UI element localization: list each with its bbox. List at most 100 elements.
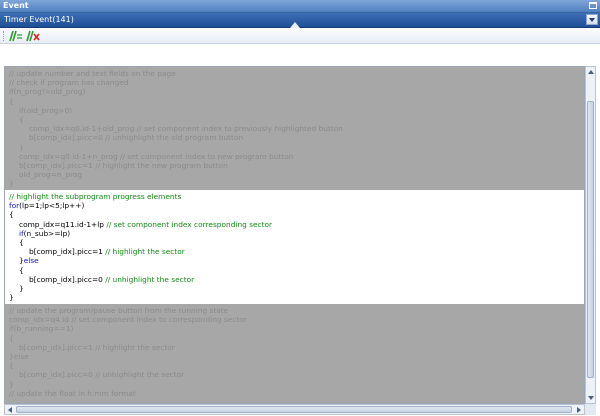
- code-line[interactable]: for(lp=1;lp<5;lp++): [9, 201, 84, 210]
- code-text: b[comp_idx].picc=0: [29, 133, 106, 143]
- code-line[interactable]: if(n_prog!=old_prog): [9, 87, 85, 96]
- code-text: {: [19, 115, 24, 124]
- code-line[interactable]: b[comp_idx].picc=0 // unhighlight the se…: [19, 370, 184, 379]
- code-line[interactable]: // update number and text fields on the …: [9, 69, 176, 78]
- code-comment: // unhighlight the sector: [105, 274, 195, 284]
- code-comment: // update number and text fields on the …: [9, 69, 176, 78]
- code-text: (old_prog>0): [23, 105, 73, 115]
- vertical-scroll-thumb[interactable]: [587, 101, 594, 378]
- code-line[interactable]: }: [9, 179, 14, 188]
- code-comment: // update the program/pause button from …: [9, 306, 229, 315]
- code-text: {: [9, 210, 14, 220]
- code-text: {: [19, 238, 24, 247]
- code-line[interactable]: }: [19, 284, 24, 293]
- green-slash-red-x-icon: [26, 30, 40, 42]
- code-text: b[comp_idx].picc=0: [29, 274, 106, 284]
- vertical-scrollbar[interactable]: [585, 66, 596, 404]
- scroll-up-icon[interactable]: [587, 68, 595, 76]
- code-comment: // unhighlight the old program button: [105, 133, 244, 143]
- code-text: comp_idx=q4.id: [9, 315, 72, 325]
- code-line[interactable]: old_prog=n_prog: [19, 170, 82, 179]
- delete-event-button[interactable]: [26, 30, 40, 42]
- code-line[interactable]: // check if program has changed: [9, 78, 129, 87]
- code-line[interactable]: if(old_prog>0): [19, 106, 72, 115]
- code-line[interactable]: // update the program/pause button from …: [9, 306, 228, 315]
- horizontal-scroll-thumb[interactable]: [16, 406, 572, 413]
- code-text: {: [9, 361, 14, 371]
- code-comment: // highlight the subprogram progress ele…: [9, 192, 182, 201]
- code-text: }: [9, 379, 14, 389]
- scroll-left-icon[interactable]: [6, 406, 14, 414]
- window-titlebar: Event: [0, 0, 600, 13]
- code-line[interactable]: {: [9, 210, 14, 219]
- scrollbar-corner: [585, 404, 596, 415]
- code-line[interactable]: // update the float in h:mm format: [9, 389, 136, 398]
- code-line[interactable]: comp_idx=q0.id-1+n_prog // set component…: [19, 152, 293, 161]
- code-comment: // highlight the sector: [95, 342, 175, 352]
- code-line[interactable]: comp_idx=q0.id-1+old_prog // set compone…: [29, 124, 343, 133]
- code-line[interactable]: {: [19, 115, 24, 124]
- code-line[interactable]: }: [19, 143, 24, 152]
- code-line[interactable]: }else: [9, 352, 29, 361]
- code-text: (n_sub>=lp): [23, 228, 71, 238]
- code-line[interactable]: }: [9, 380, 14, 389]
- code-line[interactable]: {: [9, 97, 14, 106]
- code-text: comp_idx=q0.id-1+old_prog: [29, 124, 137, 134]
- code-line[interactable]: {: [9, 334, 14, 343]
- code-comment: // unhighlight the sector: [95, 370, 185, 380]
- scroll-right-icon[interactable]: [575, 406, 583, 414]
- code-comment: // highlight the sector: [105, 247, 185, 257]
- code-text: {: [19, 265, 24, 275]
- code-text: b[comp_idx].picc=1: [19, 161, 96, 170]
- code-line[interactable]: b[comp_idx].picc=0 // unhighlight the se…: [29, 275, 194, 284]
- code-line[interactable]: if(b_running==1): [9, 324, 73, 333]
- maximize-icon[interactable]: [589, 2, 597, 9]
- code-comment: // update the float in h:mm format: [9, 388, 136, 398]
- code-line[interactable]: comp_idx=q11.id-1+lp // set component in…: [19, 220, 272, 229]
- code-line[interactable]: if(n_sub>=lp): [19, 229, 70, 238]
- code-text: (lp=1;lp<5;lp++): [19, 201, 85, 211]
- toolbar: [0, 28, 600, 44]
- code-text: {: [9, 96, 14, 106]
- event-selector-value[interactable]: Timer Event(141): [4, 15, 74, 24]
- code-keyword: else: [23, 256, 39, 266]
- code-line[interactable]: b[comp_idx].picc=1 // highlight the new …: [19, 161, 228, 170]
- code-text: }: [19, 142, 24, 152]
- chevron-down-icon[interactable]: [586, 14, 598, 25]
- code-text: {: [9, 333, 14, 343]
- scroll-down-icon[interactable]: [587, 394, 595, 402]
- code-comment: // set component index to previously hig…: [136, 124, 343, 134]
- event-selector[interactable]: Timer Event(141): [0, 13, 600, 28]
- toolbar-grip[interactable]: [3, 31, 5, 41]
- code-text: b[comp_idx].picc=1: [29, 247, 106, 257]
- window-title: Event: [3, 1, 29, 10]
- horizontal-scrollbar[interactable]: [4, 404, 585, 415]
- code-comment: // set component index corresponding sec…: [106, 219, 273, 229]
- code-text: (n_prog!=old_prog): [13, 87, 86, 97]
- code-text: old_prog=n_prog: [19, 170, 83, 180]
- code-text: (b_running==1): [13, 324, 74, 334]
- code-line[interactable]: b[comp_idx].picc=1 // highlight the sect…: [19, 343, 175, 352]
- code-line[interactable]: }: [9, 293, 14, 302]
- code-line[interactable]: {: [19, 266, 24, 275]
- code-block-active: // highlight the subprogram progress ele…: [5, 190, 584, 304]
- code-line[interactable]: {: [9, 361, 14, 370]
- code-line[interactable]: // highlight the subprogram progress ele…: [9, 192, 181, 201]
- code-line[interactable]: b[comp_idx].picc=1 // highlight the sect…: [29, 247, 185, 256]
- code-comment: // check if program has changed: [9, 78, 129, 88]
- green-slash-plus-icon: [9, 30, 22, 42]
- event-info-area: [0, 45, 600, 65]
- code-editor[interactable]: // update number and text fields on the …: [4, 66, 585, 404]
- code-line[interactable]: }else: [19, 256, 39, 265]
- code-line[interactable]: comp_idx=q4.id // set component index to…: [9, 315, 247, 324]
- code-line[interactable]: {: [19, 238, 24, 247]
- code-line[interactable]: b[comp_idx].picc=0 // unhighlight the ol…: [29, 133, 243, 142]
- code-text: b[comp_idx].picc=1: [19, 342, 96, 352]
- code-block-inactive: // update number and text fields on the …: [5, 67, 584, 190]
- code-text: }: [9, 179, 14, 189]
- add-event-button[interactable]: [9, 30, 23, 42]
- code-keyword: for: [9, 201, 20, 211]
- code-comment: // highlight the new program button: [95, 161, 228, 170]
- code-text: }: [9, 293, 14, 303]
- code-block-inactive: // update the program/pause button from …: [5, 304, 584, 403]
